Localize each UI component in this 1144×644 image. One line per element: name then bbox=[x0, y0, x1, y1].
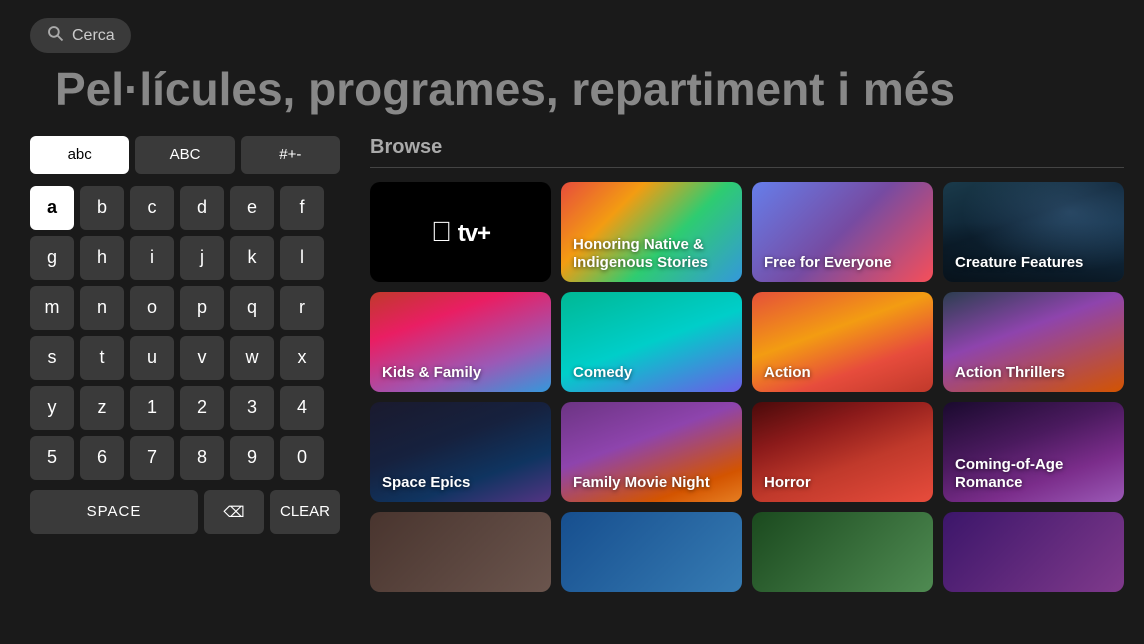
key-c[interactable]: c bbox=[130, 186, 174, 230]
key-j[interactable]: j bbox=[180, 236, 224, 280]
keys-grid: a b c d e f g h i j k l m n o p bbox=[30, 186, 340, 534]
appletv-logo:  tv+ bbox=[431, 216, 490, 248]
tile-comedy[interactable]: Comedy bbox=[561, 292, 742, 392]
tile-coming-label: Coming-of-Age Romance bbox=[955, 456, 1124, 492]
tile-horror[interactable]: Horror bbox=[752, 402, 933, 502]
key-g[interactable]: g bbox=[30, 236, 74, 280]
key-2[interactable]: 2 bbox=[180, 386, 224, 430]
key-3[interactable]: 3 bbox=[230, 386, 274, 430]
delete-button[interactable]: ⌫ bbox=[204, 490, 264, 534]
top-bar: Cerca bbox=[0, 0, 1144, 63]
browse-title: Browse bbox=[370, 136, 1124, 168]
key-l[interactable]: l bbox=[280, 236, 324, 280]
key-k[interactable]: k bbox=[230, 236, 274, 280]
tile-action-thrillers-label: Action Thrillers bbox=[955, 364, 1065, 382]
tile-horror-label: Horror bbox=[764, 474, 811, 492]
key-1[interactable]: 1 bbox=[130, 386, 174, 430]
key-6[interactable]: 6 bbox=[80, 436, 124, 480]
tile-honoring[interactable]: Honoring Native & Indigenous Stories bbox=[561, 182, 742, 282]
key-w[interactable]: w bbox=[230, 336, 274, 380]
delete-icon: ⌫ bbox=[223, 503, 244, 521]
key-0[interactable]: 0 bbox=[280, 436, 324, 480]
key-v[interactable]: v bbox=[180, 336, 224, 380]
tile-kids-label: Kids & Family bbox=[382, 364, 481, 382]
clear-button[interactable]: CLEAR bbox=[270, 490, 340, 534]
browse-row-3: Space Epics Family Movie Night Horror Co… bbox=[370, 402, 1124, 502]
mode-btn-symbols[interactable]: #+- bbox=[241, 136, 340, 174]
key-a[interactable]: a bbox=[30, 186, 74, 230]
key-row-1: a b c d e f bbox=[30, 186, 340, 230]
content-area: abc ABC #+- a b c d e f g h i j k l bbox=[0, 136, 1144, 602]
space-button[interactable]: SPACE bbox=[30, 490, 198, 534]
key-e[interactable]: e bbox=[230, 186, 274, 230]
tile-space-label: Space Epics bbox=[382, 474, 470, 492]
mode-btn-ABC[interactable]: ABC bbox=[135, 136, 234, 174]
key-row-2: g h i j k l bbox=[30, 236, 340, 280]
key-p[interactable]: p bbox=[180, 286, 224, 330]
tile-creature[interactable]: Creature Features bbox=[943, 182, 1124, 282]
key-4[interactable]: 4 bbox=[280, 386, 324, 430]
search-icon bbox=[46, 24, 64, 47]
search-pill[interactable]: Cerca bbox=[30, 18, 131, 53]
key-f[interactable]: f bbox=[280, 186, 324, 230]
browse-row-4 bbox=[370, 512, 1124, 592]
key-7[interactable]: 7 bbox=[130, 436, 174, 480]
key-y[interactable]: y bbox=[30, 386, 74, 430]
key-row-3: m n o p q r bbox=[30, 286, 340, 330]
key-u[interactable]: u bbox=[130, 336, 174, 380]
tile-partial-1[interactable] bbox=[370, 512, 551, 592]
browse-row-2: Kids & Family Comedy Action Action Thril… bbox=[370, 292, 1124, 392]
tile-family-movie[interactable]: Family Movie Night bbox=[561, 402, 742, 502]
tile-action[interactable]: Action bbox=[752, 292, 933, 392]
browse-row-1:  tv+ Honoring Native & Indigenous Stori… bbox=[370, 182, 1124, 282]
mode-btn-abc[interactable]: abc bbox=[30, 136, 129, 174]
keyboard-mode-row: abc ABC #+- bbox=[30, 136, 340, 174]
key-x[interactable]: x bbox=[280, 336, 324, 380]
tile-action-thrillers[interactable]: Action Thrillers bbox=[943, 292, 1124, 392]
key-n[interactable]: n bbox=[80, 286, 124, 330]
key-o[interactable]: o bbox=[130, 286, 174, 330]
tile-partial-4[interactable] bbox=[943, 512, 1124, 592]
tile-free-label: Free for Everyone bbox=[764, 254, 892, 272]
key-bottom-row: SPACE ⌫ CLEAR bbox=[30, 490, 340, 534]
search-label: Cerca bbox=[72, 27, 115, 45]
keyboard-panel: abc ABC #+- a b c d e f g h i j k l bbox=[30, 136, 340, 602]
key-5[interactable]: 5 bbox=[30, 436, 74, 480]
key-r[interactable]: r bbox=[280, 286, 324, 330]
tile-comedy-label: Comedy bbox=[573, 364, 632, 382]
key-i[interactable]: i bbox=[130, 236, 174, 280]
tile-partial-3[interactable] bbox=[752, 512, 933, 592]
tile-free[interactable]: Free for Everyone bbox=[752, 182, 933, 282]
page-title: Pel·lícules, programes, repartiment i mé… bbox=[0, 63, 1144, 136]
key-t[interactable]: t bbox=[80, 336, 124, 380]
tile-family-movie-label: Family Movie Night bbox=[573, 474, 710, 492]
key-q[interactable]: q bbox=[230, 286, 274, 330]
tile-kids[interactable]: Kids & Family bbox=[370, 292, 551, 392]
key-row-5: y z 1 2 3 4 bbox=[30, 386, 340, 430]
key-row-6: 5 6 7 8 9 0 bbox=[30, 436, 340, 480]
key-m[interactable]: m bbox=[30, 286, 74, 330]
tile-creature-label: Creature Features bbox=[955, 254, 1083, 272]
key-row-4: s t u v w x bbox=[30, 336, 340, 380]
key-8[interactable]: 8 bbox=[180, 436, 224, 480]
tile-action-label: Action bbox=[764, 364, 811, 382]
browse-panel: Browse  tv+ Honoring Native & Indigenou… bbox=[340, 136, 1144, 602]
tile-partial-2[interactable] bbox=[561, 512, 742, 592]
tile-honoring-label: Honoring Native & Indigenous Stories bbox=[573, 236, 742, 272]
tile-space[interactable]: Space Epics bbox=[370, 402, 551, 502]
key-b[interactable]: b bbox=[80, 186, 124, 230]
key-d[interactable]: d bbox=[180, 186, 224, 230]
tile-coming[interactable]: Coming-of-Age Romance bbox=[943, 402, 1124, 502]
key-z[interactable]: z bbox=[80, 386, 124, 430]
key-9[interactable]: 9 bbox=[230, 436, 274, 480]
tile-appletv[interactable]:  tv+ bbox=[370, 182, 551, 282]
key-s[interactable]: s bbox=[30, 336, 74, 380]
key-h[interactable]: h bbox=[80, 236, 124, 280]
